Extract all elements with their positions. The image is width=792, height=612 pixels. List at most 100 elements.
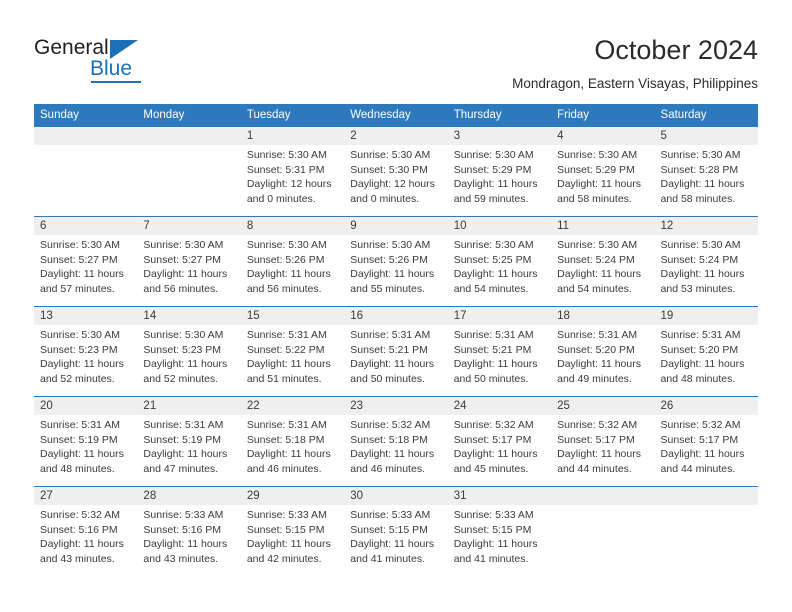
day-cell-31[interactable]: Sunrise: 5:33 AM Sunset: 5:15 PM Daylight:… [447,505,552,576]
day-info-line: Daylight: 12 hours [246,178,332,191]
day-info-line: and 58 minutes. [660,192,736,205]
day-cell-empty [34,145,138,216]
day-info-line: and 46 minutes. [350,462,425,475]
day-number-14[interactable]: 14 [137,307,241,325]
day-number-19[interactable]: 19 [654,307,758,325]
day-number-4[interactable]: 4 [551,127,655,145]
day-info-line: Sunrise: 5:30 AM [40,329,120,341]
day-cell-4[interactable]: Sunrise: 5:30 AM Sunset: 5:29 PM Daylight:… [551,145,655,216]
day-number-26[interactable]: 26 [654,397,758,415]
day-cell-3[interactable]: Sunrise: 5:30 AM Sunset: 5:29 PM Daylight:… [447,145,552,216]
day-info-line: Sunrise: 5:31 AM [660,329,741,341]
day-number-31[interactable]: 31 [447,487,552,505]
day-number-15[interactable]: 15 [240,307,345,325]
day-cell-12[interactable]: Sunrise: 5:30 AM Sunset: 5:24 PM Daylight:… [654,235,758,306]
day-cell-8[interactable]: Sunrise: 5:30 AM Sunset: 5:26 PM Daylight:… [240,235,345,306]
day-cell-27[interactable]: Sunrise: 5:32 AM Sunset: 5:16 PM Daylight:… [34,505,138,576]
page-title: October 2024 [594,35,758,65]
day-number-8[interactable]: 8 [240,217,345,235]
day-info-row: Sunrise: 5:31 AM Sunset: 5:19 PM Daylight:… [34,415,758,486]
day-cell-25[interactable]: Sunrise: 5:32 AM Sunset: 5:17 PM Daylight:… [551,415,655,486]
day-number-28[interactable]: 28 [137,487,241,505]
day-cell-10[interactable]: Sunrise: 5:30 AM Sunset: 5:25 PM Daylight:… [447,235,552,306]
day-number-29[interactable]: 29 [240,487,345,505]
day-info-line: Sunset: 5:24 PM [557,253,635,266]
day-number-2[interactable]: 2 [344,127,448,145]
day-cell-29[interactable]: Sunrise: 5:33 AM Sunset: 5:15 PM Daylight:… [240,505,345,576]
day-number-12[interactable]: 12 [654,217,758,235]
day-cell-6[interactable]: Sunrise: 5:30 AM Sunset: 5:27 PM Daylight:… [34,235,138,306]
day-number-1[interactable]: 1 [240,127,345,145]
day-number-11[interactable]: 11 [551,217,655,235]
day-info-line: and 54 minutes. [557,282,632,295]
day-info-line: Sunrise: 5:30 AM [246,239,327,251]
day-number-17[interactable]: 17 [447,307,552,325]
day-info-line: Sunset: 5:27 PM [143,253,222,266]
day-info-line: and 59 minutes. [453,192,529,205]
day-cell-16[interactable]: Sunrise: 5:31 AM Sunset: 5:21 PM Daylight:… [344,325,448,396]
day-number-3[interactable]: 3 [447,127,552,145]
day-cell-24[interactable]: Sunrise: 5:32 AM Sunset: 5:17 PM Daylight:… [447,415,552,486]
day-number-21[interactable]: 21 [137,397,241,415]
day-number-16[interactable]: 16 [344,307,448,325]
general-blue-logo[interactable]: General Blue [34,36,214,88]
day-info-line: Sunrise: 5:30 AM [143,329,224,341]
day-info-row: Sunrise: 5:30 AM Sunset: 5:31 PM Daylight:… [34,145,758,216]
day-number-22[interactable]: 22 [240,397,345,415]
day-cell-18[interactable]: Sunrise: 5:31 AM Sunset: 5:20 PM Daylight:… [551,325,655,396]
day-number-30[interactable]: 30 [344,487,448,505]
day-number-13[interactable]: 13 [34,307,138,325]
day-number-27[interactable]: 27 [34,487,138,505]
day-info-line: Daylight: 11 hours [143,358,228,371]
day-cell-5[interactable]: Sunrise: 5:30 AM Sunset: 5:28 PM Daylight:… [654,145,758,216]
day-info-line: and 48 minutes. [660,372,736,385]
day-cell-13[interactable]: Sunrise: 5:30 AM Sunset: 5:23 PM Daylight:… [34,325,138,396]
day-number-5[interactable]: 5 [654,127,758,145]
day-cell-11[interactable]: Sunrise: 5:30 AM Sunset: 5:24 PM Daylight:… [551,235,655,306]
day-cell-28[interactable]: Sunrise: 5:33 AM Sunset: 5:16 PM Daylight:… [137,505,241,576]
day-cell-15[interactable]: Sunrise: 5:31 AM Sunset: 5:22 PM Daylight:… [240,325,345,396]
day-cell-20[interactable]: Sunrise: 5:31 AM Sunset: 5:19 PM Daylight:… [34,415,138,486]
day-info-line: Sunset: 5:17 PM [557,433,635,446]
day-info-line: Sunrise: 5:30 AM [453,239,534,251]
day-info-line: Sunset: 5:29 PM [453,163,532,176]
day-cell-23[interactable]: Sunrise: 5:32 AM Sunset: 5:18 PM Daylight:… [344,415,448,486]
day-info-line: and 42 minutes. [246,552,322,565]
day-cell-9[interactable]: Sunrise: 5:30 AM Sunset: 5:26 PM Daylight:… [344,235,448,306]
day-info-line: Sunset: 5:15 PM [246,523,325,536]
day-number-20[interactable]: 20 [34,397,138,415]
day-cell-26[interactable]: Sunrise: 5:32 AM Sunset: 5:17 PM Daylight:… [654,415,758,486]
day-info-line: and 0 minutes. [350,192,420,205]
day-info-line: Sunrise: 5:30 AM [350,149,431,161]
day-info-line: and 0 minutes. [246,192,316,205]
day-number-10[interactable]: 10 [447,217,552,235]
day-number-25[interactable]: 25 [551,397,655,415]
day-cell-1[interactable]: Sunrise: 5:30 AM Sunset: 5:31 PM Daylight:… [240,145,345,216]
day-info-line: Daylight: 11 hours [350,358,435,371]
day-number-row: 6 7 8 9 10 11 12 [34,217,758,235]
day-info-line: Sunset: 5:28 PM [660,163,739,176]
day-info-line: Sunset: 5:22 PM [246,343,325,356]
day-cell-19[interactable]: Sunrise: 5:31 AM Sunset: 5:20 PM Daylight:… [654,325,758,396]
day-number-23[interactable]: 23 [344,397,448,415]
day-info-line: Daylight: 11 hours [40,448,124,461]
day-number-7[interactable]: 7 [137,217,241,235]
day-info-line: Daylight: 11 hours [40,358,124,371]
day-cell-7[interactable]: Sunrise: 5:30 AM Sunset: 5:27 PM Daylight:… [137,235,241,306]
day-number-24[interactable]: 24 [447,397,552,415]
day-info-line: and 41 minutes. [350,552,425,565]
day-cell-22[interactable]: Sunrise: 5:31 AM Sunset: 5:18 PM Daylight:… [240,415,345,486]
day-number-6[interactable]: 6 [34,217,138,235]
day-info-line: Daylight: 11 hours [453,178,538,191]
day-cell-21[interactable]: Sunrise: 5:31 AM Sunset: 5:19 PM Daylight:… [137,415,241,486]
day-number-9[interactable]: 9 [344,217,448,235]
page-header: General Blue October 2024 Mondragon, Eas… [0,0,792,104]
day-cell-14[interactable]: Sunrise: 5:30 AM Sunset: 5:23 PM Daylight:… [137,325,241,396]
day-cell-2[interactable]: Sunrise: 5:30 AM Sunset: 5:30 PM Daylight:… [344,145,448,216]
day-info-line: Sunset: 5:26 PM [350,253,428,266]
day-info-line: Sunrise: 5:32 AM [350,419,431,431]
day-cell-30[interactable]: Sunrise: 5:33 AM Sunset: 5:15 PM Daylight:… [344,505,448,576]
day-number-18[interactable]: 18 [551,307,655,325]
day-cell-17[interactable]: Sunrise: 5:31 AM Sunset: 5:21 PM Daylight:… [447,325,552,396]
day-info-line: Sunset: 5:16 PM [143,523,222,536]
